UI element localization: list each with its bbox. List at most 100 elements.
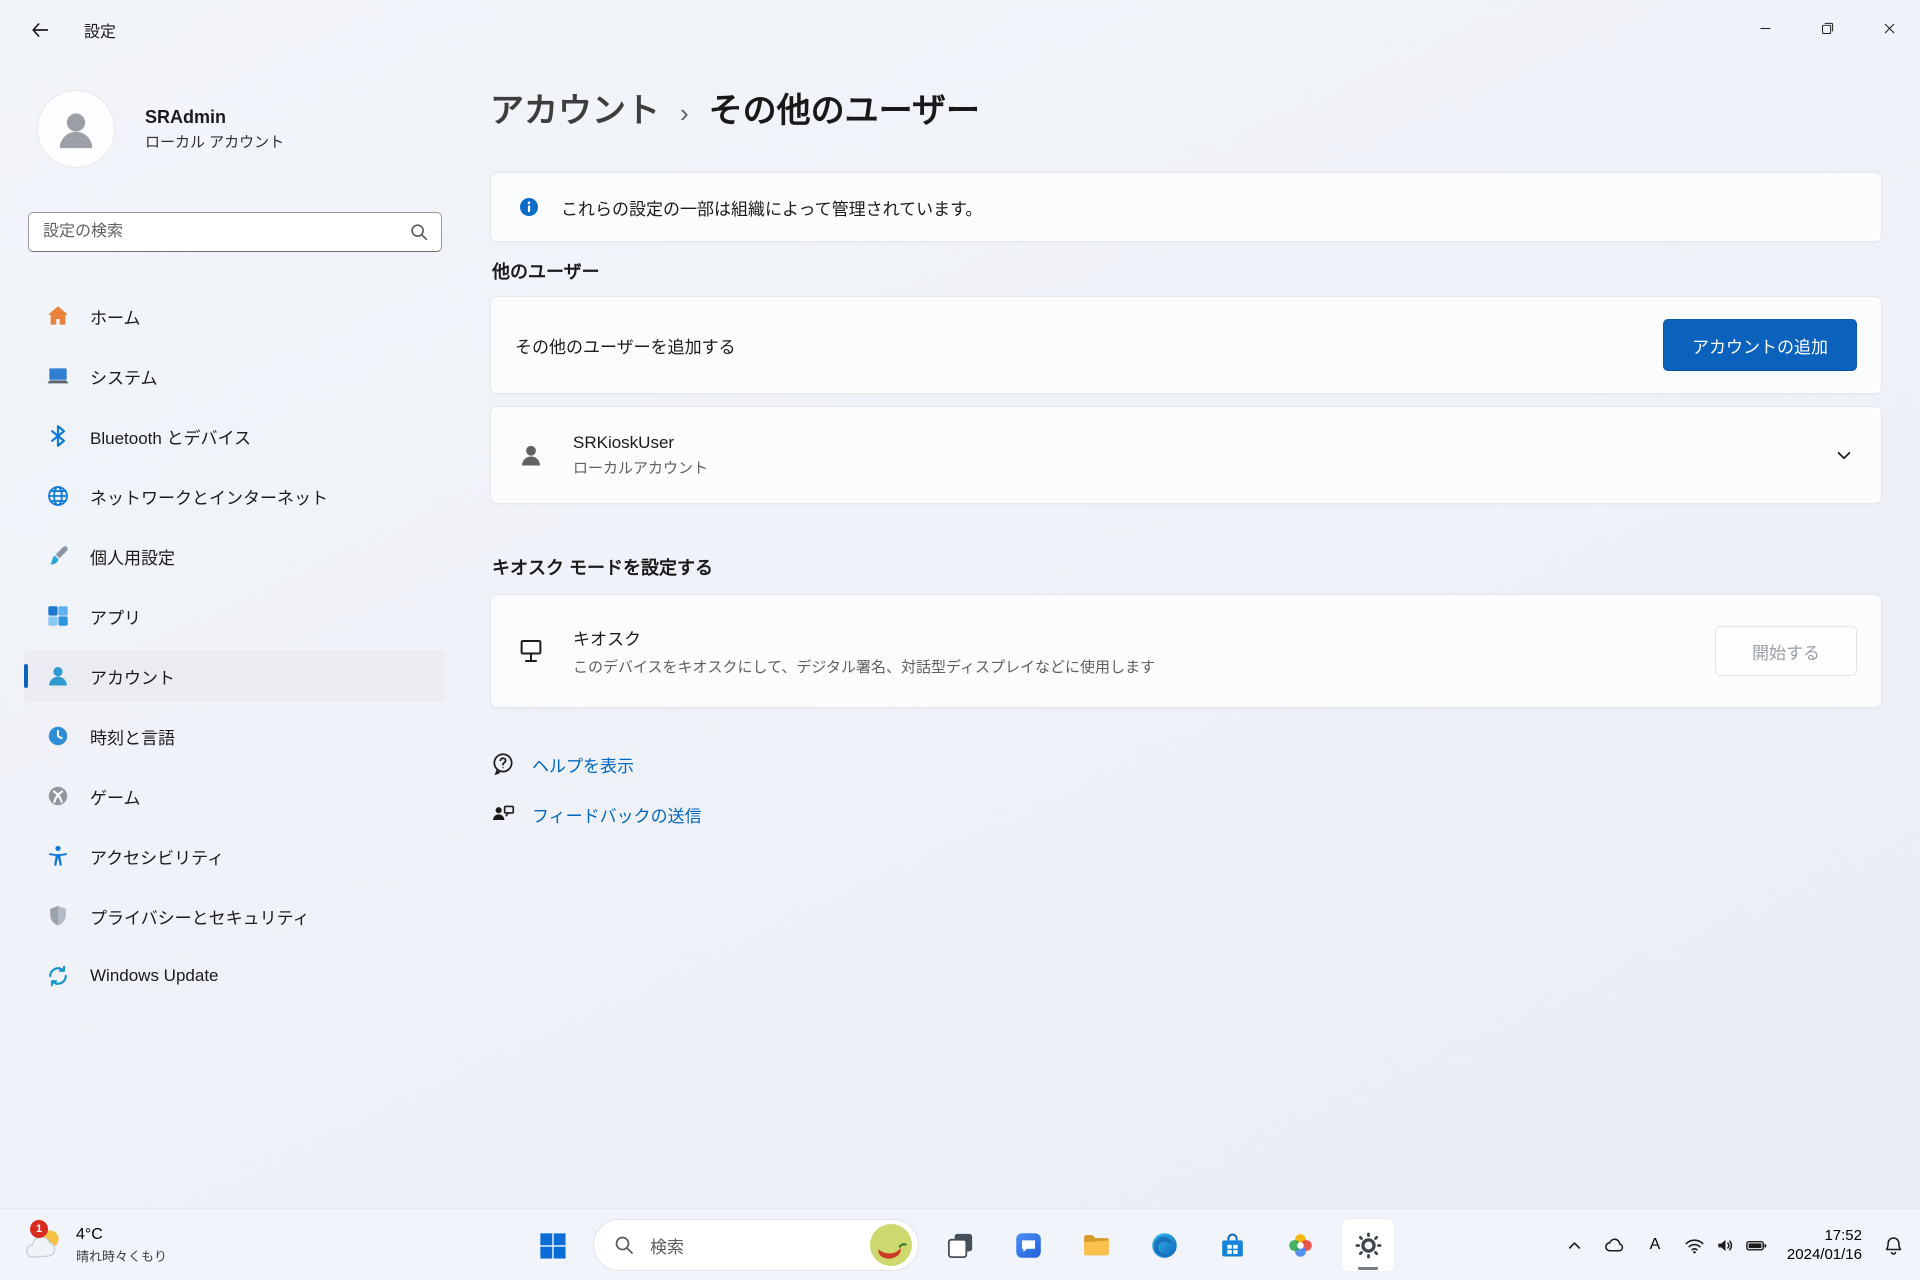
wifi-icon <box>1683 1234 1706 1257</box>
kiosk-title: キオスク <box>573 625 1689 650</box>
paintbrush-icon <box>44 542 72 570</box>
chevron-down-icon[interactable] <box>1831 442 1857 468</box>
settings-sidebar: SRAdmin ローカル アカウント ホーム システム Bluetooth とデ… <box>0 60 468 1208</box>
info-icon <box>517 195 541 219</box>
sidebar-item-personalization[interactable]: 個人用設定 <box>24 530 444 582</box>
close-button[interactable] <box>1858 0 1920 56</box>
search-icon <box>408 221 430 243</box>
search-label: 検索 <box>650 1233 684 1258</box>
store-icon <box>1217 1230 1248 1261</box>
sidebar-item-network-internet[interactable]: ネットワークとインターネット <box>24 470 444 522</box>
photos-button[interactable] <box>1273 1218 1327 1272</box>
kiosk-description: このデバイスをキオスクにして、デジタル署名、対話型ディスプレイなどに使用します <box>573 656 1689 677</box>
minimize-icon <box>1757 20 1774 37</box>
weather-condition: 晴れ時々くもり <box>76 1246 167 1265</box>
breadcrumb: アカウント › その他のユーザー <box>490 86 1882 136</box>
volume-icon <box>1714 1234 1737 1257</box>
bell-icon <box>1882 1234 1905 1257</box>
account-profile[interactable]: SRAdmin ローカル アカウント <box>37 90 468 168</box>
page-title: その他のユーザー <box>709 88 980 134</box>
other-user-name: SRKioskUser <box>573 433 708 453</box>
photos-icon <box>1285 1230 1316 1261</box>
footer-links: ヘルプを表示 フィードバックの送信 <box>490 746 1882 832</box>
sidebar-item-bluetooth-devices[interactable]: Bluetooth とデバイス <box>24 410 444 462</box>
system-tray: A 17:52 2024/01/16 <box>1556 1209 1912 1280</box>
kiosk-heading: キオスク モードを設定する <box>492 556 1882 580</box>
notification-center-button[interactable] <box>1874 1221 1912 1269</box>
sidebar-item-privacy-security[interactable]: プライバシーとセキュリティ <box>24 890 444 942</box>
org-managed-banner: これらの設定の一部は組織によって管理されています。 <box>490 172 1882 242</box>
sidebar-item-gaming[interactable]: ゲーム <box>24 770 444 822</box>
xbox-icon <box>44 782 72 810</box>
system-icon <box>44 362 72 390</box>
add-user-label: その他のユーザーを追加する <box>515 333 1663 358</box>
clock-icon <box>44 722 72 750</box>
clock-date[interactable]: 17:52 2024/01/16 <box>1777 1221 1872 1269</box>
weather-temp: 4°C <box>76 1226 167 1244</box>
settings-search <box>28 212 442 252</box>
task-view-button[interactable] <box>933 1218 987 1272</box>
user-account-type: ローカル アカウント <box>145 131 284 152</box>
tray-overflow-button[interactable] <box>1556 1221 1594 1269</box>
edge-icon <box>1149 1230 1180 1261</box>
file-explorer-button[interactable] <box>1069 1218 1123 1272</box>
gear-icon <box>1353 1230 1384 1261</box>
folder-icon <box>1081 1230 1112 1261</box>
store-button[interactable] <box>1205 1218 1259 1272</box>
feedback-link[interactable]: フィードバックの送信 <box>532 802 702 827</box>
onedrive-button[interactable] <box>1596 1221 1634 1269</box>
back-button[interactable] <box>20 11 60 49</box>
teams-chat-button[interactable] <box>1001 1218 1055 1272</box>
bluetooth-icon <box>44 422 72 450</box>
window-controls <box>1734 0 1920 56</box>
shield-icon <box>44 902 72 930</box>
sidebar-item-time-language[interactable]: 時刻と言語 <box>24 710 444 762</box>
titlebar: 設定 <box>0 0 1920 60</box>
kiosk-display-icon <box>515 635 547 667</box>
home-icon <box>44 302 72 330</box>
accounts-icon <box>44 662 72 690</box>
edge-browser-button[interactable] <box>1137 1218 1191 1272</box>
search-icon <box>612 1233 636 1257</box>
breadcrumb-separator-icon: › <box>680 86 689 136</box>
breadcrumb-accounts[interactable]: アカウント <box>490 88 660 134</box>
window-title: 設定 <box>84 18 116 42</box>
weather-icon: 1 <box>22 1223 66 1267</box>
kiosk-start-button[interactable]: 開始する <box>1715 626 1857 676</box>
sidebar-item-accounts[interactable]: アカウント <box>24 650 444 702</box>
restore-button[interactable] <box>1796 0 1858 56</box>
windows-update-icon <box>44 962 72 990</box>
person-icon <box>50 103 102 155</box>
other-users-heading: 他のユーザー <box>492 260 1882 284</box>
onedrive-cloud-icon <box>1603 1234 1626 1257</box>
sidebar-item-accessibility[interactable]: アクセシビリティ <box>24 830 444 882</box>
battery-icon <box>1745 1234 1768 1257</box>
help-link[interactable]: ヘルプを表示 <box>532 752 634 777</box>
ime-indicator[interactable]: A <box>1636 1221 1674 1269</box>
settings-search-input[interactable] <box>28 212 442 252</box>
task-view-icon <box>945 1230 976 1261</box>
accessibility-icon <box>44 842 72 870</box>
network-volume-battery-button[interactable] <box>1676 1221 1775 1269</box>
feedback-icon <box>490 801 516 827</box>
start-button[interactable] <box>525 1218 579 1272</box>
help-icon <box>490 751 516 777</box>
add-account-button[interactable]: アカウントの追加 <box>1663 319 1857 371</box>
user-name: SRAdmin <box>145 107 284 128</box>
taskbar-search[interactable]: 検索 <box>593 1219 919 1271</box>
sidebar-item-system[interactable]: システム <box>24 350 444 402</box>
kiosk-row: キオスク このデバイスをキオスクにして、デジタル署名、対話型ディスプレイなどに使… <box>490 594 1882 708</box>
chat-icon <box>1013 1230 1044 1261</box>
back-arrow-icon <box>29 19 51 41</box>
settings-app-button[interactable] <box>1341 1218 1395 1272</box>
sidebar-item-windows-update[interactable]: Windows Update <box>24 950 444 1002</box>
chevron-up-icon <box>1563 1234 1586 1257</box>
sidebar-item-apps[interactable]: アプリ <box>24 590 444 642</box>
sidebar-item-home[interactable]: ホーム <box>24 290 444 342</box>
notification-badge: 1 <box>30 1220 48 1238</box>
other-user-row[interactable]: SRKioskUser ローカルアカウント <box>490 406 1882 504</box>
minimize-button[interactable] <box>1734 0 1796 56</box>
widgets-weather-button[interactable]: 1 4°C 晴れ時々くもり <box>10 1215 179 1275</box>
tray-time: 17:52 <box>1824 1226 1862 1245</box>
sidebar-nav: ホーム システム Bluetooth とデバイス ネットワークとインターネット … <box>0 290 468 1002</box>
